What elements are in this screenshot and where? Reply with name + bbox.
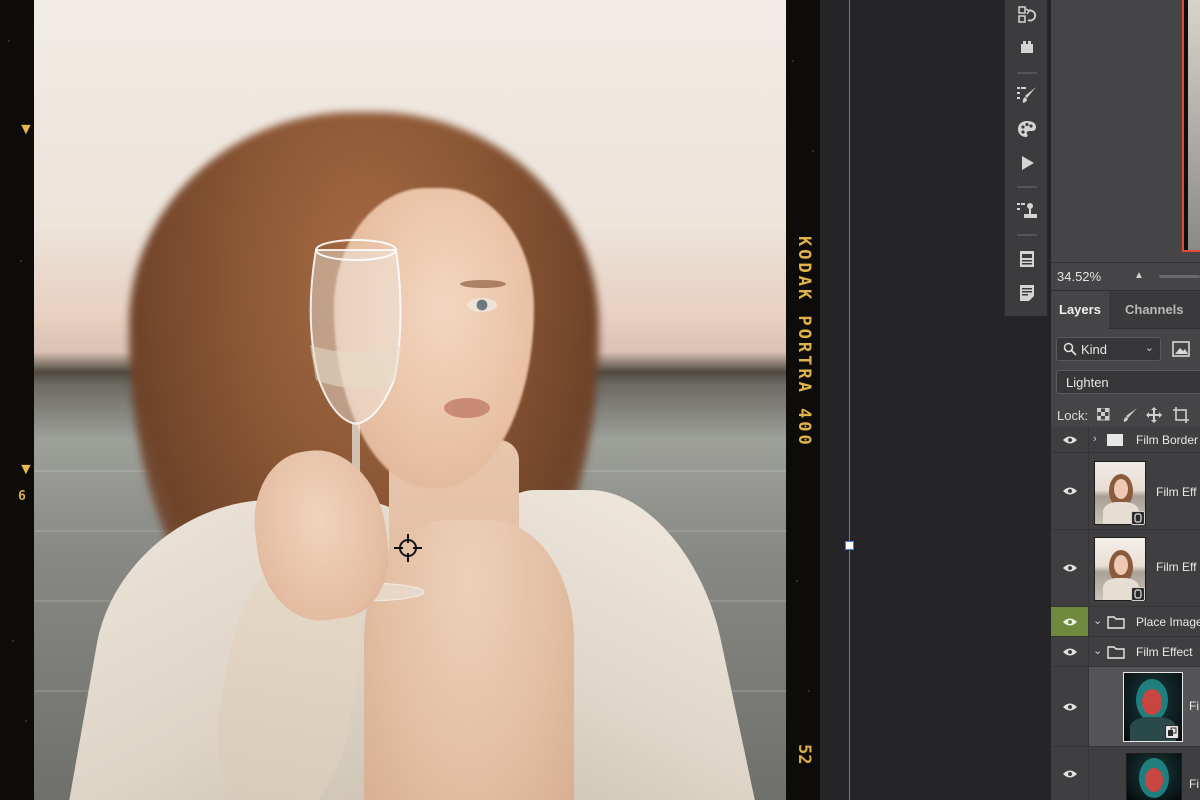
play-action-icon[interactable] bbox=[1011, 148, 1043, 178]
layer-name-fi-2: Fi bbox=[1189, 777, 1199, 791]
navigator-thumbnail bbox=[1188, 0, 1200, 250]
visibility-eye-icon[interactable] bbox=[1051, 453, 1089, 529]
tool-separator bbox=[1017, 186, 1037, 188]
history-brush-icon[interactable] bbox=[1011, 0, 1043, 30]
film-frame-number-right: 52 bbox=[794, 744, 814, 765]
smart-object-badge-icon bbox=[1165, 725, 1179, 739]
canvas-photo bbox=[34, 0, 786, 800]
film-edge-left: ▼ ▼ 9 bbox=[0, 0, 34, 800]
film-speck bbox=[792, 60, 794, 62]
group-folder-icon bbox=[1107, 434, 1123, 446]
smart-object-badge-icon bbox=[1131, 511, 1145, 525]
wine-glass bbox=[303, 239, 425, 602]
group-folder-icon bbox=[1107, 616, 1125, 629]
chevron-right-icon[interactable]: › bbox=[1093, 433, 1097, 445]
layer-name-film-eff-1: Film Eff bbox=[1156, 485, 1197, 499]
layer-row-film-border[interactable]: › Film Border bbox=[1051, 427, 1200, 453]
blend-mode-select[interactable]: Lighten bbox=[1056, 370, 1200, 394]
layers-panel: Layers Channels Kind ⌄ Lighten Lock: › F… bbox=[1051, 290, 1200, 800]
tool-separator bbox=[1017, 234, 1037, 236]
crosshair-cursor-icon bbox=[394, 534, 422, 562]
clone-source-icon[interactable] bbox=[1011, 196, 1043, 226]
layer-thumbnail bbox=[1126, 753, 1182, 800]
film-marker-mid-left: ▼ bbox=[18, 461, 34, 478]
film-frame-number-left: 9 bbox=[18, 486, 26, 501]
brush-settings-icon[interactable] bbox=[1011, 80, 1043, 110]
transform-handle[interactable] bbox=[845, 541, 854, 550]
canvas-document[interactable]: ▼ ▼ 9 KODAK PORTRA 400 52 bbox=[0, 0, 820, 800]
chevron-down-icon[interactable]: ⌄ bbox=[1093, 644, 1102, 657]
zoom-value[interactable]: 34.52% bbox=[1057, 269, 1101, 284]
swatches-palette-icon[interactable] bbox=[1011, 114, 1043, 144]
layer-row-fi-1[interactable]: Fi bbox=[1051, 667, 1200, 747]
navigator-panel bbox=[1051, 0, 1200, 262]
stamp-box-icon[interactable] bbox=[1011, 32, 1043, 62]
notes-icon[interactable] bbox=[1011, 278, 1043, 308]
film-speck bbox=[796, 580, 798, 582]
visibility-eye-icon[interactable] bbox=[1051, 667, 1089, 746]
layer-name-film-eff-2: Film Eff bbox=[1156, 560, 1197, 574]
lock-position-icon[interactable] bbox=[1145, 406, 1163, 424]
tool-separator bbox=[1017, 72, 1037, 74]
smart-object-badge-icon bbox=[1131, 587, 1145, 601]
properties-doc-icon[interactable] bbox=[1011, 244, 1043, 274]
navigator-zoom-bar: 34.52% ▲ bbox=[1051, 262, 1200, 290]
zoom-out-icon[interactable]: ▲ bbox=[1131, 268, 1147, 284]
chevron-down-icon[interactable]: ⌄ bbox=[1093, 614, 1102, 627]
layer-name-film-border: Film Border bbox=[1136, 433, 1199, 447]
tab-channels[interactable]: Channels bbox=[1117, 291, 1192, 329]
layer-row-film-effect[interactable]: ⌄ Film Effect bbox=[1051, 637, 1200, 667]
visibility-eye-icon[interactable] bbox=[1051, 427, 1089, 452]
film-speck bbox=[812, 150, 814, 152]
layer-row-film-eff-2[interactable]: Film Eff bbox=[1051, 530, 1200, 607]
lock-image-pixels-icon[interactable] bbox=[1121, 406, 1139, 424]
film-speck bbox=[25, 720, 27, 722]
visibility-eye-icon[interactable] bbox=[1051, 747, 1089, 800]
navigator-view-box[interactable] bbox=[1182, 0, 1200, 252]
film-speck bbox=[12, 640, 14, 642]
visibility-eye-icon[interactable] bbox=[1051, 607, 1089, 636]
film-brand-text: KODAK PORTRA 400 bbox=[794, 236, 814, 448]
panel-icon-strip bbox=[1004, 0, 1048, 316]
layer-name-film-effect: Film Effect bbox=[1136, 645, 1193, 659]
lock-row: Lock: bbox=[1051, 403, 1200, 427]
chevron-down-icon: ⌄ bbox=[1144, 342, 1154, 354]
layer-name-fi-1: Fi bbox=[1189, 699, 1199, 713]
tab-layers[interactable]: Layers bbox=[1051, 291, 1109, 329]
photoshop-workspace: ▼ ▼ 9 KODAK PORTRA 400 52 34.52% ▲ Layer… bbox=[0, 0, 1200, 800]
lock-transparent-pixels-icon[interactable] bbox=[1095, 406, 1113, 424]
visibility-eye-icon[interactable] bbox=[1051, 637, 1089, 666]
film-speck bbox=[808, 690, 810, 692]
smart-guide-line[interactable] bbox=[849, 0, 850, 800]
layer-name-place-image: Place Image bbox=[1136, 615, 1200, 629]
zoom-slider[interactable] bbox=[1159, 275, 1200, 278]
film-speck bbox=[8, 40, 10, 42]
layer-filter-kind-select[interactable]: Kind ⌄ bbox=[1056, 337, 1161, 361]
layer-row-place-image[interactable]: ⌄ Place Image bbox=[1051, 607, 1200, 637]
lock-label: Lock: bbox=[1057, 408, 1089, 423]
lock-artboard-icon[interactable] bbox=[1172, 406, 1190, 424]
blend-mode-label: Lighten bbox=[1066, 375, 1109, 390]
visibility-eye-icon[interactable] bbox=[1051, 530, 1089, 606]
layer-row-fi-2[interactable]: Fi bbox=[1051, 747, 1200, 800]
film-marker-top-left: ▼ bbox=[18, 121, 34, 138]
layer-filter-kind-label: Kind bbox=[1081, 342, 1108, 357]
panel-tabs: Layers Channels bbox=[1051, 291, 1200, 329]
film-speck bbox=[20, 260, 22, 262]
layers-list: › Film Border Film Eff Film Eff ⌄ Place … bbox=[1051, 427, 1200, 800]
filter-pixel-layer-icon[interactable] bbox=[1171, 340, 1191, 358]
search-icon bbox=[1063, 342, 1077, 356]
group-folder-icon bbox=[1107, 646, 1125, 659]
layer-row-film-eff-1[interactable]: Film Eff bbox=[1051, 453, 1200, 530]
